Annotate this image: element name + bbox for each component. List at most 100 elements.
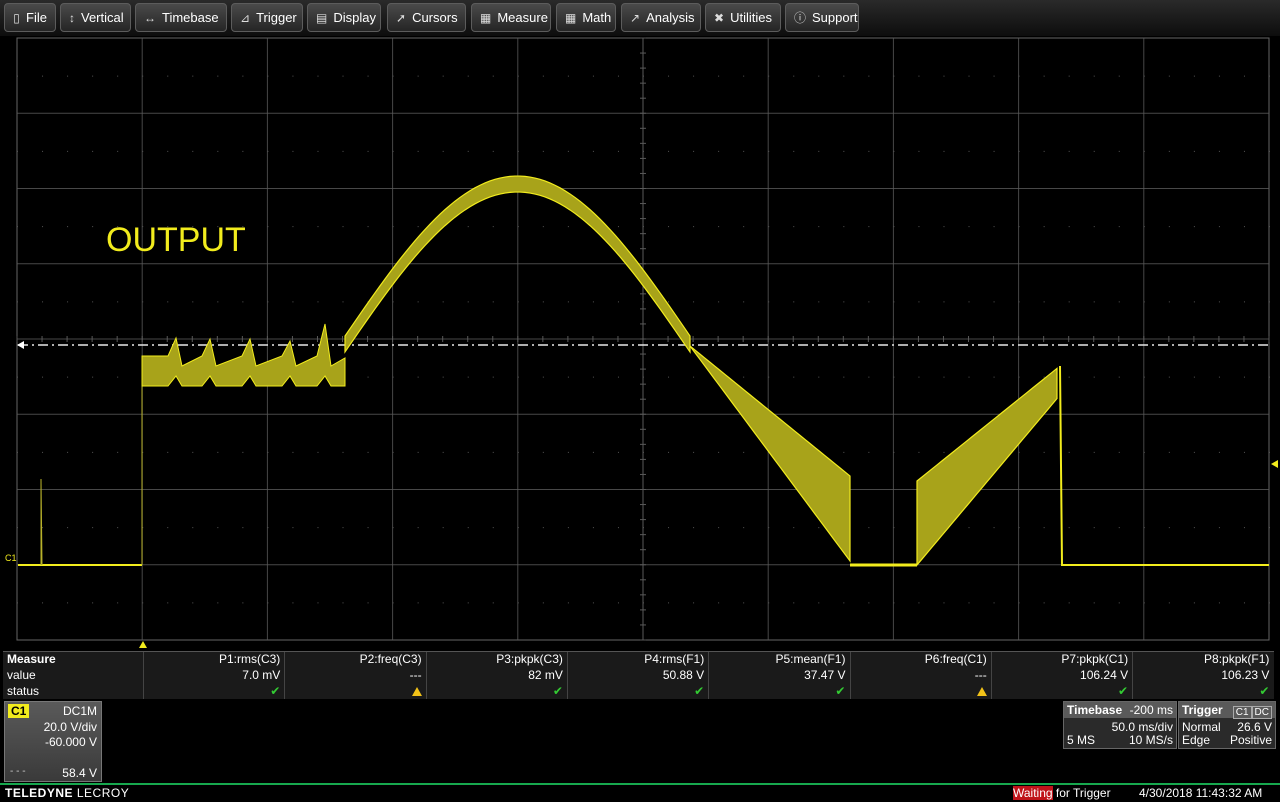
menu-display-button[interactable]: ▤ Display — [307, 3, 381, 32]
status-warning-icon — [851, 684, 991, 700]
menu-label: Utilities — [730, 10, 772, 25]
waveform-display[interactable]: OUTPUT C1 — [0, 36, 1280, 652]
status-ok-check-icon: ✔ — [694, 684, 705, 698]
status-ok-check-icon: ✔ — [835, 684, 846, 698]
waveform-grid[interactable] — [0, 36, 1280, 652]
menu-bar: ▯ File ↕ Vertical ↔ Timebase ⊿ Trigger ▤… — [0, 0, 1280, 36]
measure-param-5[interactable]: P5:mean(F1) 37.47 V ✔ — [708, 652, 849, 699]
param-value: 7.0 mV — [242, 668, 281, 682]
channel-c1-descriptor[interactable]: C1 DC1M 20.0 V/div -60.000 V - - - 58.4 … — [4, 701, 102, 782]
timebase-title: Timebase — [1067, 703, 1123, 717]
param-name: P6:freq(C1) — [924, 652, 987, 666]
status-ok-check-icon: ✔ — [1118, 684, 1129, 698]
menu-file-button[interactable]: ▯ File — [4, 3, 56, 32]
param-value: 106.23 V — [1221, 668, 1270, 682]
trigger-slope: Positive — [1229, 733, 1272, 747]
status-warning-icon — [285, 684, 425, 700]
channel-tag: C1 — [8, 704, 30, 718]
measure-param-8[interactable]: P8:pkpk(F1) 106.23 V ✔ — [1132, 652, 1273, 699]
menu-label: File — [26, 10, 47, 25]
measure-param-4[interactable]: P4:rms(F1) 50.88 V ✔ — [566, 652, 708, 699]
display-icon: ▤ — [316, 10, 328, 25]
param-name: P7:pkpk(C1) — [1061, 652, 1129, 666]
status-bar: TELEDYNE LECROY Waiting for Trigger 4/30… — [0, 783, 1280, 802]
tools-icon: ✖ — [714, 10, 725, 25]
measure-param-2[interactable]: P2:freq(C3) --- — [284, 652, 425, 699]
channel-offset: -60.000 V — [44, 735, 97, 749]
menu-utilities-button[interactable]: ✖ Utilities — [705, 3, 781, 32]
param-value: 50.88 V — [662, 668, 705, 682]
calculator-icon: ▦ — [565, 10, 577, 25]
measure-icon: ▦ — [480, 10, 492, 25]
vertical-arrows-icon: ↕ — [69, 10, 75, 25]
param-name: P2:freq(C3) — [359, 652, 422, 666]
trigger-icon: ⊿ — [240, 10, 251, 25]
date-time: 4/30/2018 11:43:32 AM — [1139, 786, 1263, 800]
trigger-coupling-chip: DC — [1251, 706, 1272, 719]
menu-math-button[interactable]: ▦ Math — [556, 3, 616, 32]
brand-logo: TELEDYNE LECROY — [5, 786, 130, 800]
measure-param-7[interactable]: P7:pkpk(C1) 106.24 V ✔ — [990, 652, 1132, 699]
param-value: --- — [409, 668, 422, 682]
output-annotation: OUTPUT — [106, 221, 246, 259]
param-name: P1:rms(C3) — [218, 652, 281, 666]
menu-trigger-button[interactable]: ⊿ Trigger — [231, 3, 303, 32]
channel-scale: 20.0 V/div — [43, 720, 97, 734]
menu-cursors-button[interactable]: ➚ Cursors — [387, 3, 466, 32]
trigger-mode: Normal — [1182, 720, 1221, 734]
timebase-sample-rate: 10 MS/s — [1128, 733, 1173, 747]
menu-measure-button[interactable]: ▦ Measure — [471, 3, 551, 32]
timebase-delay: -200 ms — [1129, 703, 1173, 717]
measure-param-1[interactable]: P1:rms(C3) 7.0 mV ✔ — [143, 652, 284, 699]
param-name: P3:pkpk(C3) — [496, 652, 563, 666]
timebase-scale: 50.0 ms/div — [1111, 720, 1173, 734]
row-label-status: status — [7, 684, 40, 698]
trigger-level-right-marker-icon — [1271, 460, 1278, 468]
c1-ground-marker: C1 — [5, 553, 17, 563]
menu-label: Timebase — [162, 10, 219, 25]
menu-timebase-button[interactable]: ↔ Timebase — [135, 3, 227, 32]
trigger-source-chip: C1 — [1232, 706, 1252, 719]
menu-label: Vertical — [81, 10, 124, 25]
row-label-value: value — [7, 668, 36, 682]
menu-label: Math — [582, 10, 612, 25]
info-icon: ⓘ — [794, 11, 807, 25]
measure-row-labels: Measure value status — [3, 652, 143, 699]
file-icon: ▯ — [13, 10, 20, 25]
measure-param-6[interactable]: P6:freq(C1) --- — [849, 652, 991, 700]
measure-title: Measure — [7, 652, 56, 666]
trigger-title: Trigger — [1182, 703, 1223, 717]
menu-vertical-button[interactable]: ↕ Vertical — [60, 3, 131, 32]
timebase-memory: 5 MS — [1067, 733, 1096, 747]
status-ok-check-icon: ✔ — [552, 684, 563, 698]
status-ok-check-icon: ✔ — [270, 684, 281, 698]
menu-label: Analysis — [646, 10, 695, 25]
menu-label: Trigger — [256, 10, 297, 25]
menu-label: Support — [812, 10, 858, 25]
timebase-descriptor[interactable]: Timebase -200 ms 50.0 ms/div 5 MS 10 MS/… — [1063, 701, 1177, 749]
channel-level: 58.4 V — [62, 766, 97, 780]
menu-label: Display — [333, 10, 376, 25]
status-ok-check-icon: ✔ — [1259, 684, 1270, 698]
cursor-icon: ➚ — [396, 10, 407, 25]
measure-table[interactable]: Measure value status P1:rms(C3) 7.0 mV ✔ P2… — [3, 651, 1274, 699]
trigger-position-marker-icon — [139, 641, 147, 648]
menu-analysis-button[interactable]: ↗ Analysis — [621, 3, 701, 32]
level-dash-icon: - - - — [10, 766, 26, 777]
param-value: 82 mV — [528, 668, 563, 682]
analysis-chart-icon: ↗ — [630, 10, 641, 25]
channel-coupling: DC1M — [62, 704, 97, 718]
menu-support-button[interactable]: ⓘ Support — [785, 3, 859, 32]
param-name: P5:mean(F1) — [775, 652, 846, 666]
trigger-level: 26.6 V — [1237, 720, 1272, 734]
param-value: 37.47 V — [804, 668, 846, 682]
param-name: P4:rms(F1) — [644, 652, 705, 666]
param-value: 106.24 V — [1080, 668, 1129, 682]
param-name: P8:pkpk(F1) — [1204, 652, 1270, 666]
trigger-descriptor[interactable]: Trigger C1 DC Normal 26.6 V Edge Positive — [1178, 701, 1276, 749]
measure-param-3[interactable]: P3:pkpk(C3) 82 mV ✔ — [425, 652, 567, 699]
param-value: --- — [974, 668, 987, 682]
horizontal-arrows-icon: ↔ — [144, 10, 156, 25]
trigger-type: Edge — [1182, 733, 1211, 747]
menu-label: Measure — [497, 10, 548, 25]
